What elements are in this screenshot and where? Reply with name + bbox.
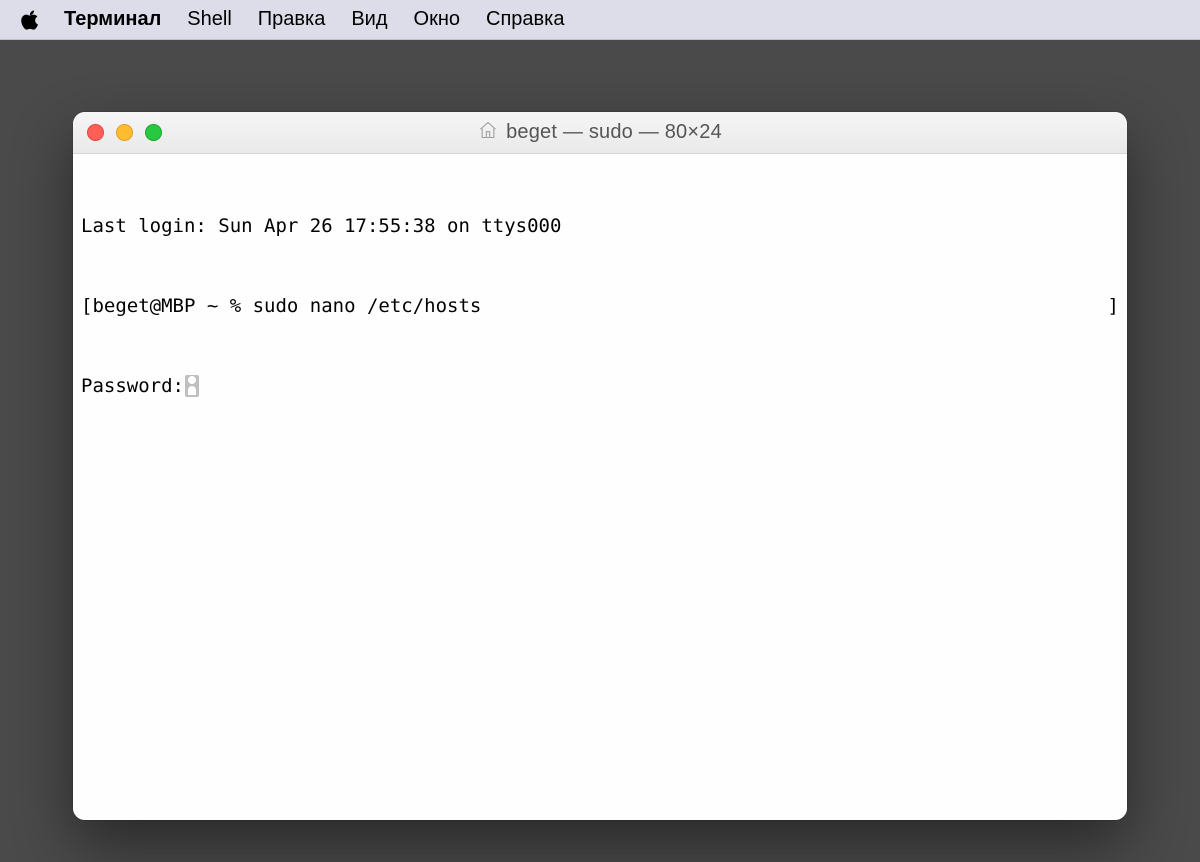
key-cursor-icon [185, 375, 199, 397]
menu-item-window[interactable]: Окно [414, 8, 460, 31]
window-titlebar[interactable]: beget — sudo — 80×24 [73, 112, 1127, 154]
apple-logo-icon[interactable] [20, 9, 40, 31]
password-label: Password: [81, 373, 184, 400]
macos-menubar: Терминал Shell Правка Вид Окно Справка [0, 0, 1200, 40]
menu-item-shell[interactable]: Shell [187, 8, 231, 31]
window-title-wrap: beget — sudo — 80×24 [478, 120, 722, 146]
menu-item-edit[interactable]: Правка [258, 8, 326, 31]
password-line: Password: [81, 373, 1119, 400]
window-title: beget — sudo — 80×24 [506, 121, 722, 144]
terminal-window: beget — sudo — 80×24 Last login: Sun Apr… [73, 112, 1127, 820]
last-login-line: Last login: Sun Apr 26 17:55:38 on ttys0… [81, 213, 1119, 240]
prompt-text: [beget@MBP ~ % sudo nano /etc/hosts [81, 293, 481, 320]
terminal-body[interactable]: Last login: Sun Apr 26 17:55:38 on ttys0… [73, 154, 1127, 820]
close-button[interactable] [87, 124, 104, 141]
prompt-right-bracket: ] [1108, 293, 1119, 320]
prompt-line: [beget@MBP ~ % sudo nano /etc/hosts ] [81, 293, 1119, 320]
maximize-button[interactable] [145, 124, 162, 141]
traffic-lights [87, 124, 162, 141]
menu-item-view[interactable]: Вид [351, 8, 387, 31]
menu-item-help[interactable]: Справка [486, 8, 564, 31]
minimize-button[interactable] [116, 124, 133, 141]
menubar-app-name[interactable]: Терминал [64, 8, 161, 31]
home-icon [478, 120, 498, 146]
